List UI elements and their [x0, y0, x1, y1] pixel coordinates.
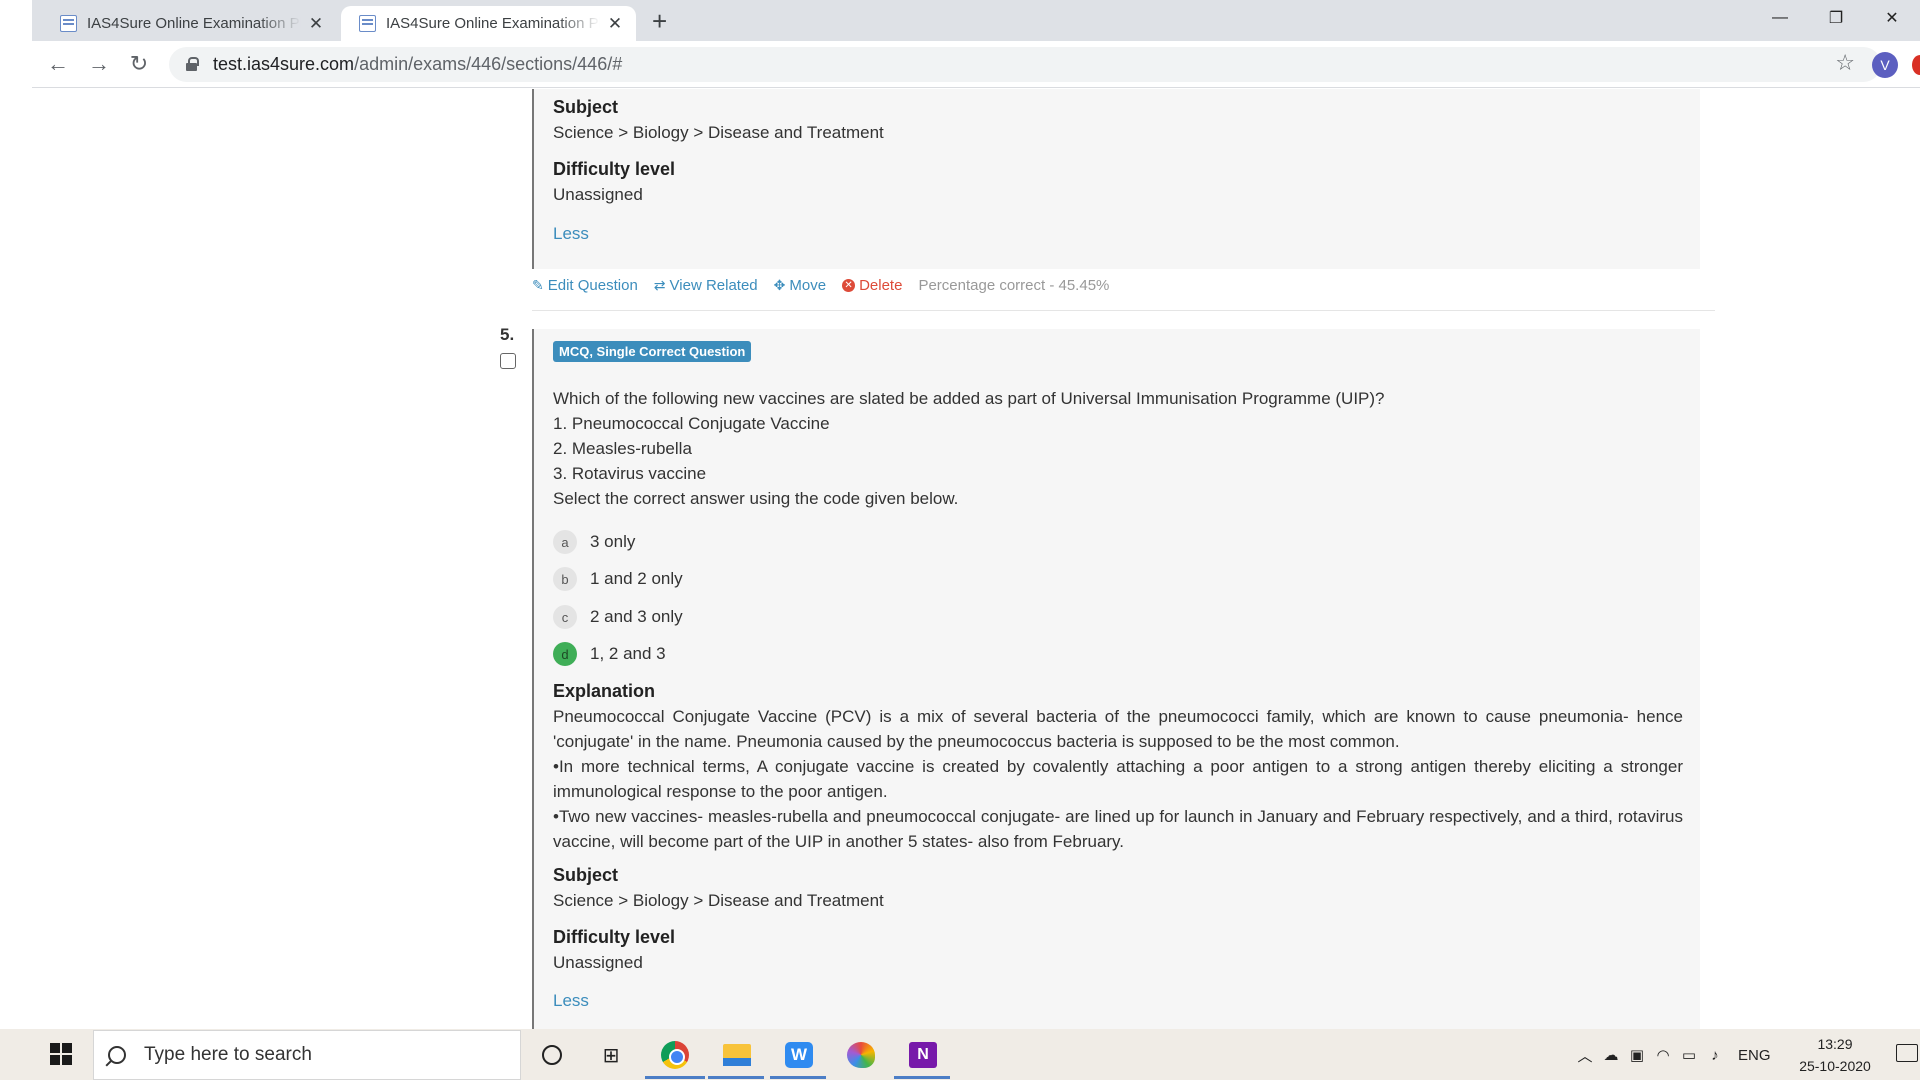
option-letter-badge-correct: d: [553, 642, 577, 666]
clock-time: 13:29: [1817, 1036, 1853, 1052]
delete-link[interactable]: ✕ Delete: [842, 277, 902, 294]
taskbar-search-box[interactable]: Type here to search: [93, 1030, 521, 1080]
explanation-label: Explanation: [553, 681, 656, 701]
chrome-icon[interactable]: [660, 1040, 690, 1070]
new-tab-plus-icon[interactable]: +: [652, 6, 667, 36]
forward-arrow-icon[interactable]: →: [85, 50, 113, 78]
move-link[interactable]: ✥ Move: [774, 277, 826, 294]
display-icon[interactable]: ▣: [1626, 1046, 1648, 1064]
view-related-link[interactable]: ⇄ View Related: [654, 277, 758, 294]
question-text-line: 1. Pneumococcal Conjugate Vaccine: [553, 414, 830, 433]
address-bar[interactable]: test.ias4sure.com/admin/exams/446/sectio…: [169, 47, 1881, 82]
clock-date: 25-10-2020: [1799, 1058, 1871, 1074]
restore-icon[interactable]: ❐: [1808, 0, 1864, 36]
question-number: 5.: [500, 325, 515, 344]
question-select-checkbox[interactable]: [500, 353, 516, 369]
search-placeholder: Type here to search: [144, 1044, 312, 1065]
question-text-line: Select the correct answer using the code…: [553, 489, 959, 508]
answer-option-c: c 2 and 3 only: [553, 605, 683, 629]
active-app-indicator: [770, 1076, 826, 1079]
difficulty-value: Unassigned: [553, 953, 643, 972]
divider: [532, 310, 1715, 311]
notification-icon[interactable]: [1896, 1044, 1918, 1062]
subject-label: Subject: [553, 97, 619, 117]
question-card-previous: [532, 89, 1700, 269]
reload-icon[interactable]: ↻: [125, 50, 153, 78]
less-link[interactable]: Less: [553, 224, 589, 244]
less-link[interactable]: Less: [553, 991, 589, 1011]
subject-label: Subject: [553, 865, 619, 885]
exchange-icon: ⇄: [653, 276, 666, 293]
battery-icon[interactable]: ▭: [1678, 1046, 1700, 1064]
close-icon[interactable]: ✕: [307, 14, 325, 34]
chevron-up-icon[interactable]: ︿: [1574, 1045, 1596, 1066]
explanation-paragraph: •In more technical terms, A conjugate va…: [553, 757, 1683, 801]
subject-value: Science > Biology > Disease and Treatmen…: [553, 123, 884, 142]
writer-app-icon[interactable]: W: [784, 1040, 814, 1070]
window-close-icon[interactable]: ✕: [1864, 0, 1920, 36]
system-tray: ︿ ☁ ▣ ◠ ▭ ♪ ENG: [1572, 1040, 1771, 1070]
difficulty-value: Unassigned: [553, 185, 643, 204]
language-indicator[interactable]: ENG: [1738, 1047, 1771, 1064]
option-text: 1 and 2 only: [590, 569, 683, 588]
option-letter-badge: b: [553, 567, 577, 591]
search-icon: [108, 1046, 126, 1064]
browser-tab-active[interactable]: IAS4Sure Online Examination Platform ✕: [341, 6, 636, 41]
question-card: [532, 329, 1700, 1029]
lock-icon[interactable]: [185, 57, 199, 72]
option-text: 2 and 3 only: [590, 607, 683, 626]
back-arrow-icon[interactable]: ←: [44, 50, 72, 78]
question-text-line: Which of the following new vaccines are …: [553, 389, 1385, 408]
active-app-indicator: [894, 1076, 950, 1079]
explanation-paragraph: Pneumococcal Conjugate Vaccine (PCV) is …: [553, 707, 1683, 751]
active-app-indicator: [708, 1076, 764, 1079]
question-type-badge: MCQ, Single Correct Question: [553, 341, 752, 362]
browser-tab[interactable]: IAS4Sure Online Examination Platform ✕: [42, 6, 337, 41]
tab-title: IAS4Sure Online Examination Platform: [87, 15, 301, 32]
option-letter-badge: c: [553, 605, 577, 629]
cloud-sync-icon[interactable]: ☁: [1600, 1046, 1622, 1064]
question-actions: ✎ Edit Question ⇄ View Related ✥ Move ✕ Dele…: [532, 275, 1109, 295]
file-explorer-icon[interactable]: [722, 1040, 752, 1070]
percentage-correct: Percentage correct - 45.45%: [918, 276, 1110, 294]
subject-value: Science > Biology > Disease and Treatmen…: [553, 891, 884, 910]
volume-icon[interactable]: ♪: [1704, 1047, 1726, 1064]
browser-tab-bar: IAS4Sure Online Examination Platform ✕ I…: [32, 0, 1920, 41]
page-content: Subject Science > Biology > Disease and …: [32, 89, 1920, 1029]
system-clock[interactable]: 13:29 25-10-2020: [1790, 1033, 1880, 1077]
page-favicon-icon: [359, 15, 376, 32]
minimize-icon[interactable]: —: [1752, 0, 1808, 36]
option-text: 3 only: [590, 532, 636, 551]
explanation-paragraph: •Two new vaccines- measles-rubella and p…: [553, 807, 1683, 851]
browser-toolbar: ← → ↻ test.ias4sure.com/admin/exams/446/…: [32, 41, 1920, 88]
profile-avatar[interactable]: V: [1872, 52, 1898, 78]
bookmark-star-icon[interactable]: ☆: [1835, 50, 1855, 76]
edit-icon: ✎: [532, 276, 544, 293]
delete-circle-icon: ✕: [842, 278, 856, 292]
wifi-icon[interactable]: ◠: [1652, 1046, 1674, 1064]
answer-option-b: b 1 and 2 only: [553, 567, 683, 591]
difficulty-label: Difficulty level: [553, 927, 676, 947]
question-text-line: 2. Measles-rubella: [553, 439, 692, 458]
task-view-icon[interactable]: ⊞: [596, 1040, 626, 1070]
page-favicon-icon: [60, 15, 77, 32]
edit-question-link[interactable]: ✎ Edit Question: [532, 277, 638, 294]
move-arrows-icon: ✥: [773, 276, 786, 293]
option-text: 1, 2 and 3: [590, 644, 666, 663]
url-text[interactable]: test.ias4sure.com/admin/exams/446/sectio…: [213, 54, 622, 75]
window-controls: — ❐ ✕: [1752, 0, 1920, 36]
difficulty-label: Difficulty level: [553, 159, 676, 179]
paint-app-icon[interactable]: [846, 1040, 876, 1070]
close-icon[interactable]: ✕: [606, 14, 624, 34]
question-text-line: 3. Rotavirus vaccine: [553, 464, 707, 483]
option-letter-badge: a: [553, 530, 577, 554]
windows-start-icon[interactable]: [50, 1043, 72, 1065]
answer-option-a: a 3 only: [553, 530, 635, 554]
tab-title: IAS4Sure Online Examination Platform: [386, 15, 600, 32]
onenote-icon[interactable]: N: [908, 1040, 938, 1070]
active-app-indicator: [645, 1076, 705, 1079]
cortana-icon[interactable]: [537, 1040, 567, 1070]
answer-option-d-correct: d 1, 2 and 3: [553, 642, 666, 666]
